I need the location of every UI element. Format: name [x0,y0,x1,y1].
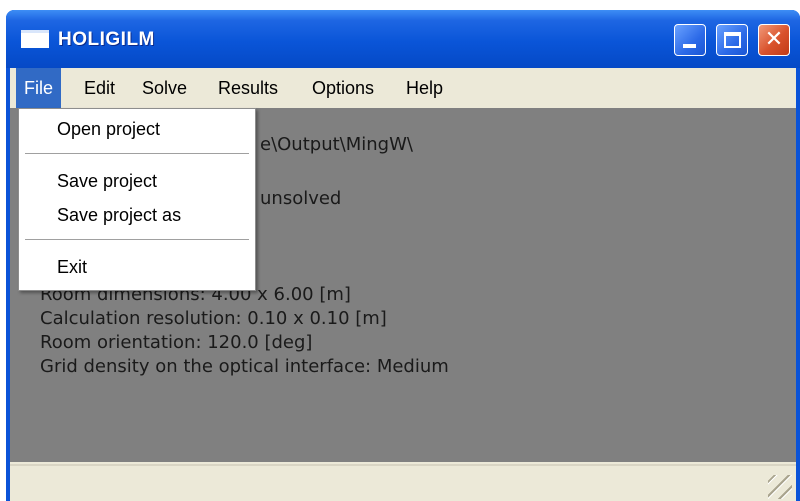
minimize-icon [683,44,696,48]
menu-options[interactable]: Options [304,68,382,108]
menu-item-exit[interactable]: Exit [57,257,87,278]
menu-item-open-project[interactable]: Open project [57,119,160,140]
menu-item-save-project-as[interactable]: Save project as [57,205,181,226]
menu-bar: File Edit Solve Results Options Help [10,68,796,108]
room-orientation-text: Room orientation: 120.0 [deg] [40,332,313,353]
menu-separator [25,239,249,241]
menu-results[interactable]: Results [210,68,286,108]
minimize-button[interactable] [674,24,706,56]
menu-help[interactable]: Help [398,68,451,108]
file-menu-dropdown: Open project Save project Save project a… [18,108,256,291]
title-bar[interactable]: HOLIGILM ✕ [6,10,800,68]
menu-file[interactable]: File [16,68,62,108]
window-title: HOLIGILM [58,29,155,50]
close-button[interactable]: ✕ [758,24,790,56]
menu-edit[interactable]: Edit [76,68,123,108]
menu-solve[interactable]: Solve [134,68,195,108]
close-icon: ✕ [764,27,784,52]
resize-grip-icon[interactable] [768,475,792,499]
project-path-text: e\Output\MingW\ [260,134,413,155]
solve-status-text: unsolved [260,188,342,209]
maximize-icon [724,32,741,48]
calculation-resolution-text: Calculation resolution: 0.10 x 0.10 [m] [40,308,387,329]
grid-density-text: Grid density on the optical interface: M… [40,356,449,377]
status-bar [10,464,796,501]
menu-separator [25,153,249,155]
menu-item-save-project[interactable]: Save project [57,171,157,192]
maximize-button[interactable] [716,24,748,56]
app-window-icon[interactable] [21,30,49,48]
